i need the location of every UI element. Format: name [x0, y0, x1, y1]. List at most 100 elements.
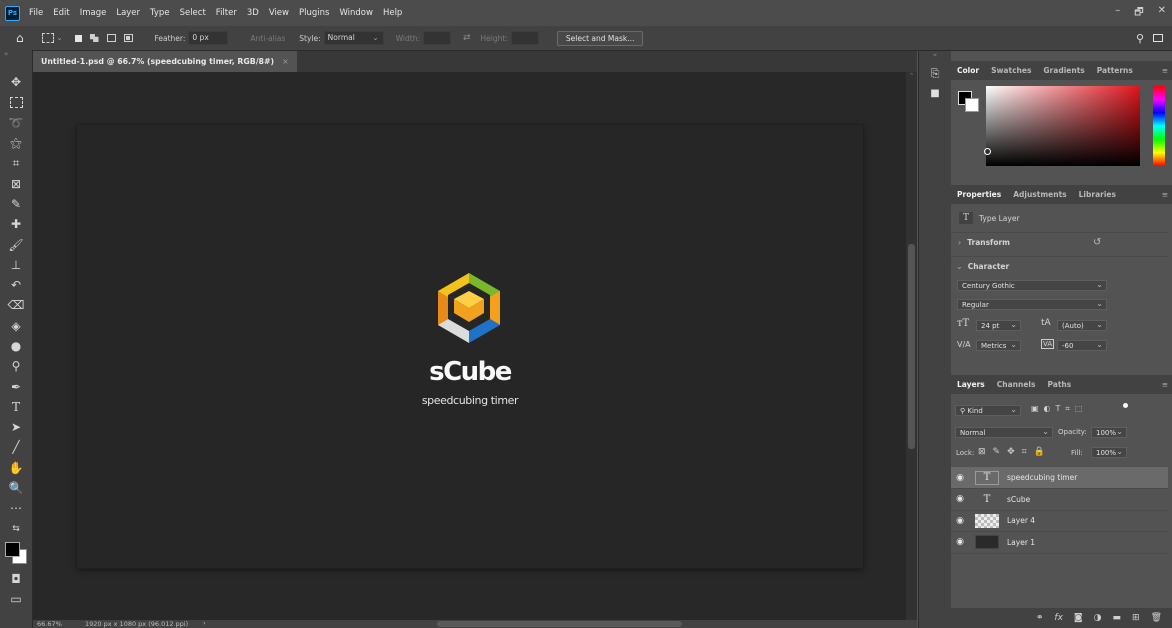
- foreground-color-swatch[interactable]: [5, 541, 20, 557]
- tab-paths[interactable]: Paths: [1041, 380, 1077, 389]
- collapse-icon[interactable]: »: [0, 50, 32, 72]
- opacity-input[interactable]: 100%: [1091, 426, 1127, 438]
- style-select[interactable]: Normal ⌄: [323, 31, 384, 45]
- chevron-down-icon[interactable]: ⌄: [57, 34, 63, 42]
- hue-slider[interactable]: [1153, 86, 1165, 166]
- menu-item-edit[interactable]: Edit: [48, 8, 74, 18]
- transform-section[interactable]: › Transform ↺: [951, 232, 1168, 251]
- add-selection-icon[interactable]: [89, 34, 99, 42]
- tracking-select[interactable]: -60: [1057, 339, 1107, 351]
- photoshop-logo-icon[interactable]: Ps: [5, 5, 20, 21]
- close-tab-icon[interactable]: ×: [282, 57, 289, 66]
- subtract-selection-icon[interactable]: [106, 34, 116, 42]
- home-icon[interactable]: ⌂: [16, 31, 24, 45]
- swap-colors-icon[interactable]: ⇆: [0, 519, 32, 539]
- visibility-eye-icon[interactable]: ◉: [951, 494, 969, 504]
- marquee-tool-icon[interactable]: [0, 92, 32, 112]
- filter-toggle-icon[interactable]: [1123, 403, 1128, 408]
- menu-item-file[interactable]: File: [24, 8, 48, 18]
- tab-color[interactable]: Color: [951, 66, 985, 75]
- magic-wand-tool-icon[interactable]: ⚝: [0, 133, 32, 153]
- menu-item-view[interactable]: View: [264, 8, 294, 18]
- font-family-select[interactable]: Century Gothic: [957, 279, 1107, 291]
- kerning-select[interactable]: Metrics: [976, 339, 1021, 351]
- workspace-icon[interactable]: [1153, 34, 1163, 42]
- hand-tool-icon[interactable]: ✋: [0, 458, 32, 478]
- vertical-scrollbar[interactable]: ⌃: [906, 72, 917, 620]
- collapse-icon[interactable]: «: [919, 51, 951, 63]
- new-layer-icon[interactable]: ⊞: [1132, 613, 1140, 623]
- comments-panel-icon[interactable]: ■: [919, 85, 951, 103]
- visibility-eye-icon[interactable]: ◉: [951, 516, 969, 526]
- menu-item-select[interactable]: Select: [175, 8, 211, 18]
- history-panel-icon[interactable]: ⎘: [919, 63, 951, 85]
- tab-adjustments[interactable]: Adjustments: [1007, 190, 1072, 199]
- delete-layer-icon[interactable]: 🗑: [1151, 613, 1162, 623]
- clone-stamp-tool-icon[interactable]: ⊥: [0, 255, 32, 275]
- tab-channels[interactable]: Channels: [991, 380, 1042, 389]
- quick-mask-icon[interactable]: ◘: [0, 569, 32, 589]
- layer-row[interactable]: ◉ TsCube: [951, 489, 1168, 511]
- brush-tool-icon[interactable]: 🖌: [0, 234, 32, 254]
- font-size-select[interactable]: 24 pt: [976, 319, 1021, 331]
- document-canvas[interactable]: sCube speedcubing timer: [77, 125, 863, 568]
- tab-properties[interactable]: Properties: [951, 190, 1007, 199]
- menu-item-window[interactable]: Window: [334, 8, 378, 18]
- width-input[interactable]: [423, 31, 451, 45]
- history-brush-tool-icon[interactable]: ↶: [0, 275, 32, 295]
- move-tool-icon[interactable]: ✥: [0, 72, 32, 92]
- eyedropper-tool-icon[interactable]: ✎: [0, 194, 32, 214]
- eraser-tool-icon[interactable]: ⌫: [0, 295, 32, 315]
- menu-item-filter[interactable]: Filter: [211, 8, 242, 18]
- layer-row[interactable]: ◉ Tspeedcubing timer: [951, 467, 1168, 489]
- height-input[interactable]: [510, 31, 539, 45]
- screen-mode-icon[interactable]: ▭: [0, 589, 32, 609]
- panel-menu-icon[interactable]: ≡: [1162, 190, 1168, 199]
- menu-item-layer[interactable]: Layer: [111, 8, 145, 18]
- blend-mode-select[interactable]: Normal: [955, 426, 1053, 438]
- more-tools-icon[interactable]: ⋯: [0, 498, 32, 518]
- new-group-icon[interactable]: ▬: [1113, 613, 1122, 623]
- menu-item-help[interactable]: Help: [378, 8, 407, 18]
- vertical-scroll-thumb[interactable]: [908, 244, 915, 449]
- color-swatches[interactable]: [0, 539, 32, 569]
- search-icon[interactable]: ⚲: [1136, 32, 1144, 45]
- crop-tool-icon[interactable]: ⌗: [0, 153, 32, 173]
- font-style-select[interactable]: Regular: [957, 298, 1107, 310]
- zoom-tool-icon[interactable]: 🔍: [0, 478, 32, 498]
- swap-icon[interactable]: ⇄: [463, 33, 471, 43]
- layer-row[interactable]: ◉ Layer 1: [951, 532, 1168, 554]
- visibility-eye-icon[interactable]: ◉: [951, 537, 969, 547]
- feather-input[interactable]: 0 px: [188, 31, 229, 45]
- healing-brush-tool-icon[interactable]: ✚: [0, 214, 32, 234]
- fx-icon[interactable]: fx: [1054, 613, 1063, 623]
- layer-filter-icons[interactable]: ▣◐T⌗⬚: [1031, 404, 1088, 414]
- link-layers-icon[interactable]: ⚭: [1036, 613, 1044, 623]
- intersect-selection-icon[interactable]: [123, 34, 133, 42]
- blur-tool-icon[interactable]: ●: [0, 336, 32, 356]
- select-and-mask-button[interactable]: Select and Mask...: [556, 30, 644, 46]
- lock-icons[interactable]: ⊠✎✥⌗🔒: [978, 447, 1052, 457]
- tab-libraries[interactable]: Libraries: [1073, 190, 1122, 199]
- tab-layers[interactable]: Layers: [951, 380, 991, 389]
- tab-patterns[interactable]: Patterns: [1091, 66, 1139, 75]
- menu-item-image[interactable]: Image: [75, 8, 112, 18]
- lasso-tool-icon[interactable]: ➰: [0, 113, 32, 133]
- document-tab[interactable]: Untitled-1.psd @ 66.7% (speedcubing time…: [33, 51, 297, 72]
- layer-row[interactable]: ◉ Layer 4: [951, 510, 1168, 532]
- adjustment-layer-icon[interactable]: ◑: [1094, 613, 1102, 623]
- paint-bucket-tool-icon[interactable]: ◈: [0, 316, 32, 336]
- minimize-button[interactable]: –: [1115, 5, 1120, 22]
- filter-kind-select[interactable]: ⚲ Kind: [955, 404, 1021, 416]
- marquee-preset-icon[interactable]: [41, 33, 54, 43]
- new-selection-icon[interactable]: [74, 34, 82, 42]
- leading-select[interactable]: (Auto): [1057, 319, 1107, 331]
- tab-gradients[interactable]: Gradients: [1037, 66, 1090, 75]
- fill-input[interactable]: 100%: [1091, 446, 1127, 458]
- frame-tool-icon[interactable]: ⊠: [0, 173, 32, 193]
- menu-item-type[interactable]: Type: [145, 8, 175, 18]
- pen-tool-icon[interactable]: ✒: [0, 376, 32, 396]
- color-picker-cursor[interactable]: [984, 148, 991, 155]
- reset-transform-icon[interactable]: ↺: [1093, 237, 1101, 248]
- color-picker-field[interactable]: [986, 86, 1140, 166]
